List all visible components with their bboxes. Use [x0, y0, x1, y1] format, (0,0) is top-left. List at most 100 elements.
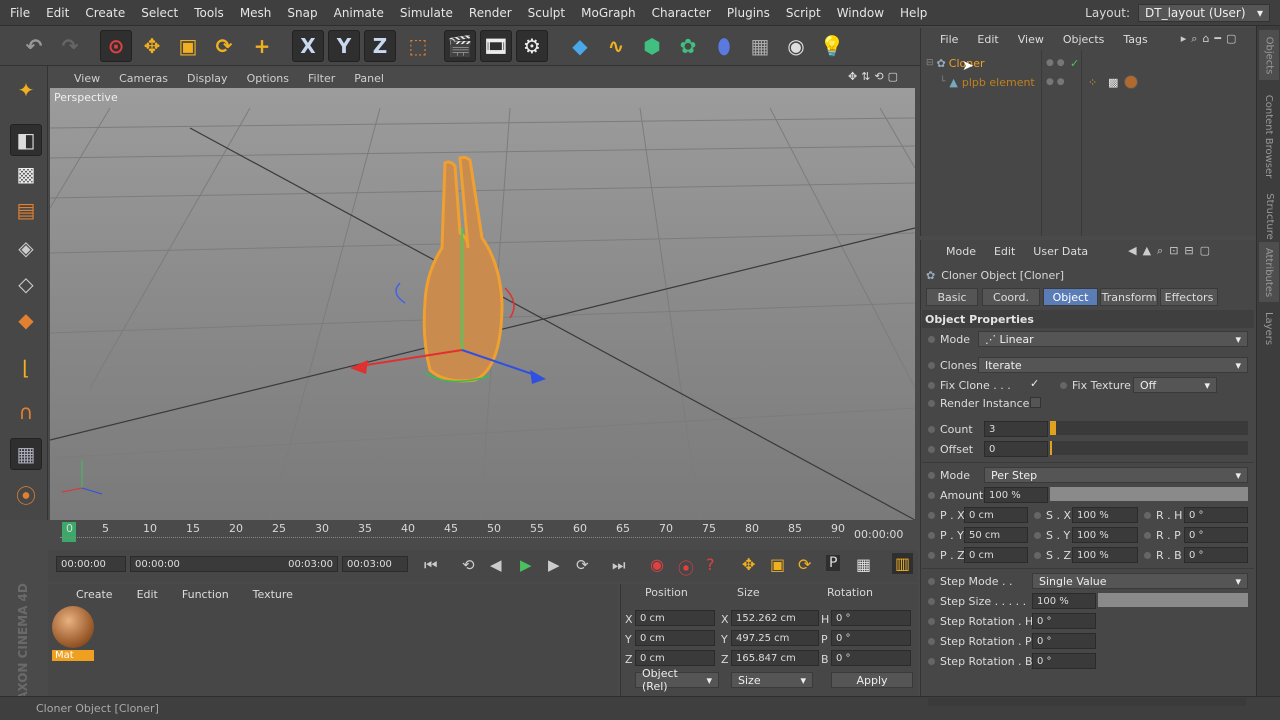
go-to-previous-key-icon[interactable]: ⟲: [462, 556, 475, 574]
animate-dot-icon[interactable]: [928, 335, 935, 343]
menu-character[interactable]: Character: [652, 6, 711, 20]
viewport-nav-icons[interactable]: ✥⇅⟲▢: [848, 70, 902, 83]
soft-selection-icon[interactable]: ⦿: [10, 478, 42, 510]
key-parameter-icon[interactable]: P: [826, 555, 841, 571]
phong-tag-icon[interactable]: ⁘: [1088, 76, 1097, 89]
texture-mode-icon[interactable]: ▩: [10, 158, 42, 190]
menu-script[interactable]: Script: [786, 6, 821, 20]
animate-dot-icon[interactable]: [1144, 551, 1151, 559]
rh-field[interactable]: 0 °: [1184, 507, 1248, 523]
object-menu-file[interactable]: File: [940, 33, 958, 46]
key-pla-icon[interactable]: ▦: [856, 555, 871, 574]
animate-dot-icon[interactable]: [928, 617, 935, 625]
offset-field[interactable]: 0: [984, 441, 1048, 457]
animate-dot-icon[interactable]: [928, 381, 935, 389]
end-time-field[interactable]: 00:03:00: [342, 556, 408, 572]
snap-icon[interactable]: ∩: [10, 396, 42, 428]
apply-button[interactable]: Apply: [831, 672, 913, 688]
z-axis-lock-button[interactable]: Z: [364, 30, 396, 62]
viewport-menu-filter[interactable]: Filter: [308, 72, 335, 85]
key-rotation-icon[interactable]: ⟳: [798, 555, 811, 574]
fix-clone-checkbox[interactable]: ✓: [1030, 377, 1039, 390]
key-position-icon[interactable]: ✥: [742, 555, 755, 574]
live-selection-icon[interactable]: ⊙: [100, 30, 132, 62]
material-menu-create[interactable]: Create: [76, 588, 113, 601]
material-menu-function[interactable]: Function: [182, 588, 229, 601]
menu-tools[interactable]: Tools: [194, 6, 224, 20]
object-menu-edit[interactable]: Edit: [977, 33, 998, 46]
perspective-viewport[interactable]: [50, 88, 915, 520]
step-rotation-b-field[interactable]: 0 °: [1032, 653, 1096, 669]
rotate-icon[interactable]: ⟳: [208, 30, 240, 62]
animate-dot-icon[interactable]: [928, 637, 935, 645]
step-size-slider[interactable]: [1098, 593, 1248, 607]
mode2-dropdown[interactable]: Per Step ▾: [984, 467, 1248, 483]
step-mode-dropdown[interactable]: Single Value ▾: [1032, 573, 1248, 589]
scale-icon[interactable]: ▣: [172, 30, 204, 62]
move-icon[interactable]: ✥: [136, 30, 168, 62]
menu-create[interactable]: Create: [85, 6, 125, 20]
position-x-field[interactable]: 0 cm: [635, 610, 715, 626]
menu-help[interactable]: Help: [900, 6, 927, 20]
viewport-menu-cameras[interactable]: Cameras: [119, 72, 168, 85]
pz-field[interactable]: 0 cm: [964, 547, 1028, 563]
tab-basic[interactable]: Basic: [926, 288, 978, 306]
sy-field[interactable]: 100 %: [1072, 527, 1138, 543]
coord-mode-dropdown[interactable]: Object (Rel) ▾: [635, 667, 719, 693]
enabled-check-icon[interactable]: ✓: [1070, 57, 1079, 70]
count-field[interactable]: 3: [984, 421, 1048, 437]
viewport-menu-panel[interactable]: Panel: [354, 72, 384, 85]
scheme-settings-icon[interactable]: ▥: [892, 553, 914, 574]
material-tag-icon[interactable]: [1124, 75, 1138, 89]
animate-dot-icon[interactable]: [1034, 531, 1041, 539]
attribute-nav-icons[interactable]: ◀▲⌕⊡⊟▢: [1128, 244, 1216, 258]
transform-icon[interactable]: +: [246, 30, 278, 62]
clones-dropdown[interactable]: Iterate ▾: [978, 357, 1248, 373]
deformer-icon[interactable]: ⬮: [708, 30, 740, 62]
render-view-icon[interactable]: 🎬: [444, 30, 476, 62]
mode-dropdown[interactable]: ⋰ Linear ▾: [978, 331, 1248, 347]
size-y-field[interactable]: 497.25 cm: [731, 630, 819, 646]
coordinate-system-icon[interactable]: ⬚: [402, 30, 434, 62]
object-menu-objects[interactable]: Objects: [1063, 33, 1105, 46]
start-time-field[interactable]: 00:00:00: [56, 556, 126, 572]
animate-dot-icon[interactable]: [928, 531, 935, 539]
px-field[interactable]: 0 cm: [964, 507, 1028, 523]
menu-select[interactable]: Select: [141, 6, 178, 20]
sx-field[interactable]: 100 %: [1072, 507, 1138, 523]
collapse-icon[interactable]: ⊟: [926, 58, 934, 68]
go-to-start-icon[interactable]: ⏮: [424, 556, 438, 574]
material-menu-edit[interactable]: Edit: [137, 588, 158, 601]
tab-transform[interactable]: Transform: [1100, 288, 1158, 306]
keyframe-selection-icon[interactable]: ?: [706, 555, 715, 574]
menu-plugins[interactable]: Plugins: [727, 6, 770, 20]
workplane-lock-icon[interactable]: ▦: [10, 438, 42, 470]
camera-icon[interactable]: ◉: [780, 30, 812, 62]
menu-edit[interactable]: Edit: [46, 6, 69, 20]
rotation-h-field[interactable]: 0 °: [831, 610, 911, 626]
rotation-p-field[interactable]: 0 °: [831, 630, 911, 646]
step-forward-icon[interactable]: ▶: [548, 556, 560, 574]
mograph-cloner-icon[interactable]: ✿: [672, 30, 704, 62]
offset-slider[interactable]: [1050, 441, 1248, 455]
amount-slider[interactable]: [1050, 487, 1248, 501]
attr-menu-edit[interactable]: Edit: [994, 245, 1015, 258]
position-y-field[interactable]: 0 cm: [635, 630, 715, 646]
menu-file[interactable]: File: [10, 6, 30, 20]
side-tab-structure[interactable]: Structure: [1259, 186, 1279, 246]
animate-dot-icon[interactable]: [928, 597, 935, 605]
attr-menu-mode[interactable]: Mode: [946, 245, 976, 258]
timeline-ruler[interactable]: 0 5 10 15 20 25 30 35 40 45 50 55 60 65 …: [50, 522, 915, 546]
animate-dot-icon[interactable]: [928, 399, 935, 407]
viewport-menu-options[interactable]: Options: [247, 72, 289, 85]
menu-simulate[interactable]: Simulate: [400, 6, 453, 20]
animate-dot-icon[interactable]: [928, 361, 935, 369]
render-instances-checkbox[interactable]: [1030, 397, 1041, 408]
menu-sculpt[interactable]: Sculpt: [528, 6, 565, 20]
autokey-icon[interactable]: ⦿: [678, 555, 694, 579]
visibility-dots-icon[interactable]: ● ●: [1046, 77, 1065, 87]
menu-animate[interactable]: Animate: [334, 6, 384, 20]
position-z-field[interactable]: 0 cm: [635, 650, 715, 666]
size-mode-dropdown[interactable]: Size ▾: [731, 672, 813, 688]
animate-dot-icon[interactable]: [1034, 511, 1041, 519]
